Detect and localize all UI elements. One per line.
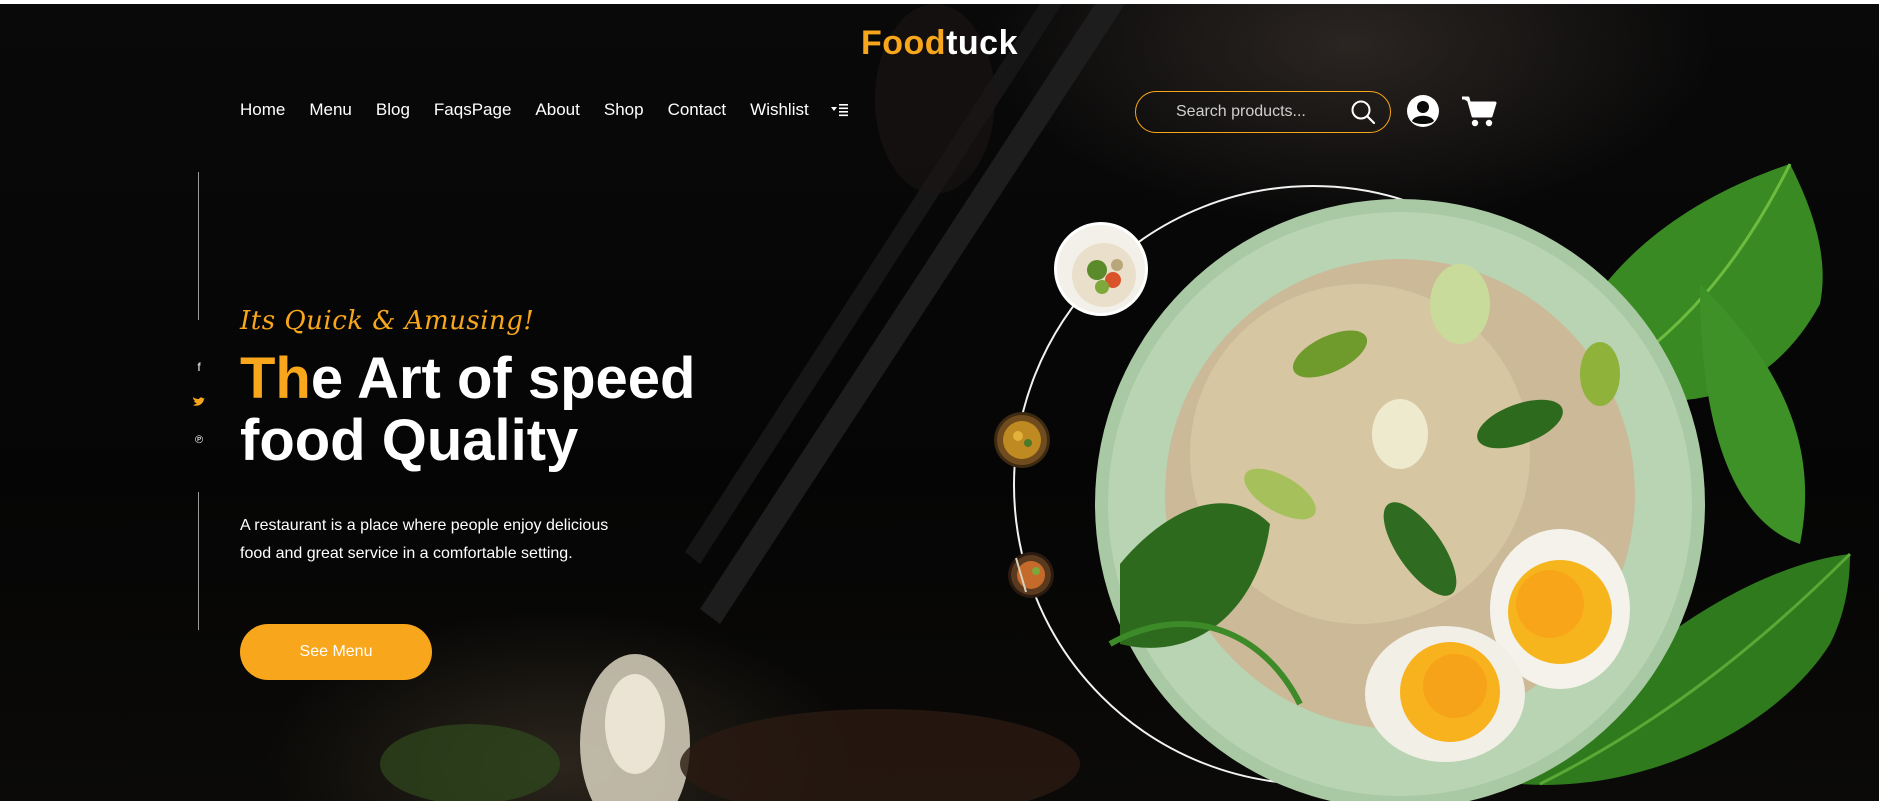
headline-line2: food Quality — [240, 408, 579, 473]
twitter-bird-icon — [193, 397, 205, 406]
nav-item-menu[interactable]: Menu — [309, 100, 352, 120]
nav-item-home[interactable]: Home — [240, 100, 285, 120]
noodle-thumbnail[interactable] — [1008, 552, 1054, 598]
nav-item-faqspage[interactable]: FaqsPage — [434, 100, 512, 120]
salad-thumbnail[interactable] — [1054, 222, 1148, 316]
dropdown-menu-icon[interactable] — [830, 103, 849, 117]
nav-item-shop[interactable]: Shop — [604, 100, 644, 120]
nav-item-contact[interactable]: Contact — [668, 100, 727, 120]
side-divider-bottom — [198, 492, 199, 630]
facebook-icon[interactable]: f — [190, 360, 208, 374]
shopping-cart-icon[interactable] — [1460, 94, 1498, 128]
pinterest-icon[interactable]: ℗ — [190, 434, 208, 446]
search-input[interactable] — [1176, 103, 1336, 121]
twitter-icon[interactable] — [190, 396, 208, 410]
main-nav: Home Menu Blog FaqsPage About Shop Conta… — [240, 100, 849, 120]
nav-item-blog[interactable]: Blog — [376, 100, 410, 120]
headline-line1: e Art of speed — [310, 346, 696, 411]
hero-headline: The Art of speed food Quality — [240, 348, 695, 472]
hero-tagline: Its Quick & Amusing! — [240, 306, 535, 336]
hero-description: A restaurant is a place where people enj… — [240, 517, 609, 562]
logo-accent-text: Food — [861, 24, 947, 62]
noodle-icon — [1011, 555, 1051, 595]
nav-item-wishlist[interactable]: Wishlist — [750, 100, 809, 120]
hero-section: Foodtuck Home Menu Blog FaqsPage About S… — [0, 4, 1879, 801]
menu-lines-icon — [830, 104, 848, 117]
nav-item-about[interactable]: About — [535, 100, 579, 120]
user-account-icon[interactable] — [1406, 94, 1440, 128]
side-divider-top — [198, 172, 199, 320]
see-menu-button[interactable]: See Menu — [240, 624, 432, 680]
site-logo[interactable]: Foodtuck — [0, 24, 1879, 63]
headline-accent: Th — [240, 346, 311, 411]
search-bar — [1135, 91, 1391, 133]
logo-rest-text: tuck — [946, 24, 1018, 62]
curry-icon — [997, 415, 1047, 465]
search-icon[interactable] — [1350, 99, 1376, 125]
curry-bowl-thumbnail[interactable] — [994, 412, 1050, 468]
